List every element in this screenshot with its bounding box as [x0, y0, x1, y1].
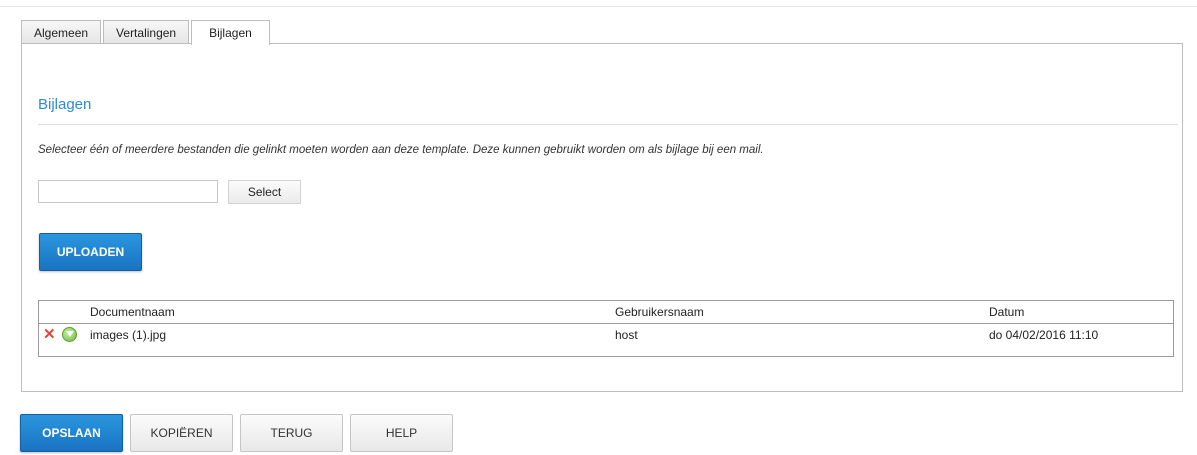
save-button[interactable]: OPSLAAN: [20, 414, 123, 452]
tab-algemeen[interactable]: Algemeen: [21, 20, 102, 43]
user-name: host: [615, 328, 638, 342]
file-path-input[interactable]: [38, 180, 218, 203]
section-divider: [38, 124, 1178, 125]
upload-button[interactable]: UPLOADEN: [39, 233, 142, 271]
column-header-datum[interactable]: Datum: [989, 301, 1024, 323]
back-button[interactable]: TERUG: [240, 414, 343, 452]
section-description: Selecteer één of meerdere bestanden die …: [38, 144, 764, 156]
top-divider: [0, 6, 1197, 7]
delete-icon[interactable]: ✕: [43, 327, 57, 342]
column-header-gebruikersnaam[interactable]: Gebruikersnaam: [615, 301, 704, 323]
tab-bijlagen[interactable]: Bijlagen: [191, 20, 270, 45]
copy-button[interactable]: KOPIËREN: [130, 414, 233, 452]
tab-vertalingen[interactable]: Vertalingen: [103, 20, 190, 43]
tab-bar: Algemeen Vertalingen Bijlagen: [21, 20, 272, 45]
download-icon[interactable]: [62, 327, 77, 342]
upload-date: do 04/02/2016 11:10: [989, 328, 1099, 342]
section-title: Bijlagen: [38, 96, 92, 113]
column-header-documentnaam[interactable]: Documentnaam: [90, 301, 175, 323]
table-row: ✕ images (1).jpg host do 04/02/2016 11:1…: [39, 324, 1173, 346]
attachments-table: Documentnaam Gebruikersnaam Datum ✕ imag…: [38, 300, 1174, 357]
tab-panel: Bijlagen Selecteer één of meerdere besta…: [21, 43, 1183, 392]
action-bar: OPSLAAN KOPIËREN TERUG HELP: [20, 414, 460, 452]
document-name: images (1).jpg: [90, 328, 167, 342]
select-file-button[interactable]: Select: [228, 180, 301, 204]
help-button[interactable]: HELP: [350, 414, 453, 452]
table-header: Documentnaam Gebruikersnaam Datum: [39, 301, 1173, 324]
